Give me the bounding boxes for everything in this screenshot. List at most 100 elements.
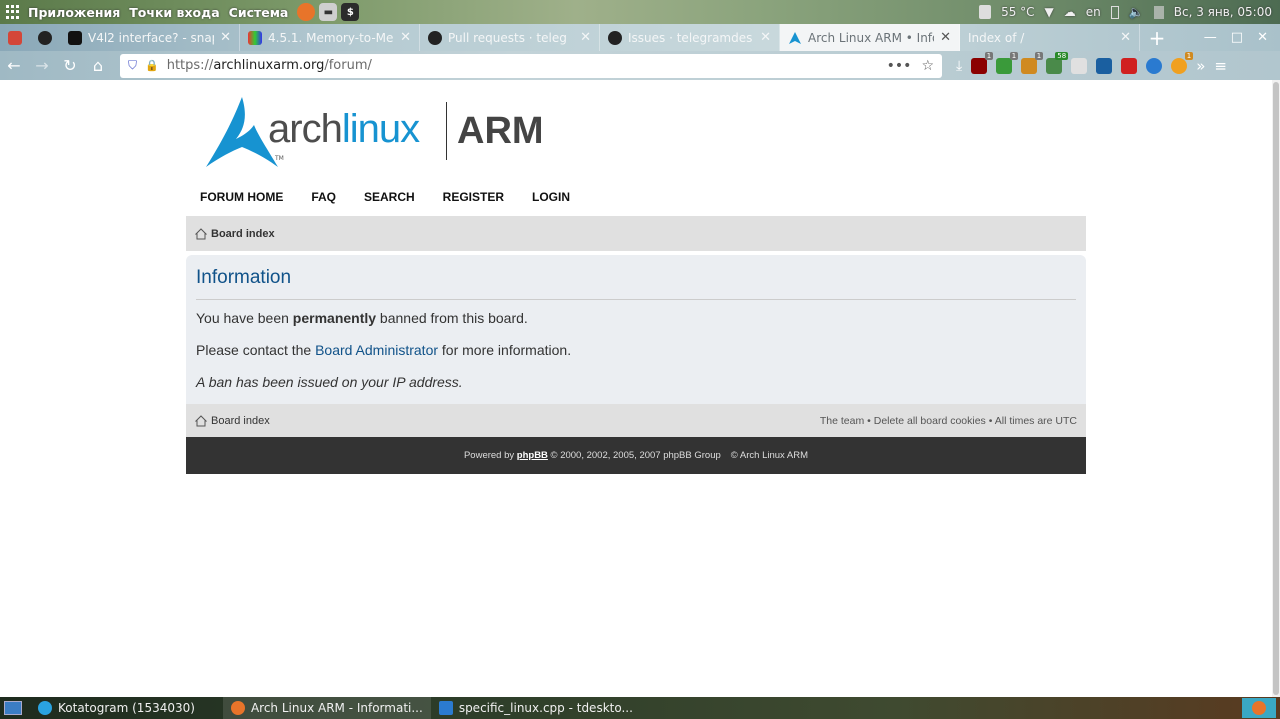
gmail-icon bbox=[8, 30, 22, 45]
volume-icon[interactable]: 🔈 bbox=[1129, 5, 1144, 19]
lock-icon[interactable]: 🔒 bbox=[145, 59, 159, 72]
s-ext-icon[interactable] bbox=[1096, 57, 1113, 74]
clipboard-icon[interactable] bbox=[1153, 5, 1164, 19]
clock[interactable]: Вс, 3 янв, 05:00 bbox=[1174, 5, 1272, 19]
forward-button[interactable]: → bbox=[28, 53, 56, 79]
mail-ext-icon[interactable]: 58 bbox=[1046, 51, 1069, 74]
tab-issues[interactable]: Issues · telegramdes ✕ bbox=[600, 24, 780, 51]
files-launcher-icon[interactable]: ▬ bbox=[319, 3, 338, 21]
phpbb-link[interactable]: phpBB bbox=[517, 450, 548, 461]
taskbar-firefox-tray[interactable] bbox=[1242, 698, 1276, 718]
tab-pull-requests[interactable]: Pull requests · teleg ✕ bbox=[420, 24, 600, 51]
back-button[interactable]: ← bbox=[0, 53, 28, 79]
page-actions-icon[interactable]: ••• bbox=[887, 58, 912, 74]
github-icon bbox=[38, 30, 52, 45]
footer-links[interactable]: The team • Delete all board cookies • Al… bbox=[820, 415, 1077, 427]
system-panel: Приложения Точки входа Система ▬ $ 55 °C… bbox=[0, 0, 1280, 24]
firefox-icon bbox=[230, 701, 245, 715]
hamburger-menu-icon[interactable]: ≡ bbox=[1214, 57, 1227, 75]
nav-login[interactable]: LOGIN bbox=[532, 190, 570, 204]
ublock-icon[interactable]: 1 bbox=[971, 51, 994, 74]
firefox-launcher-icon[interactable] bbox=[297, 3, 316, 21]
ban-message: You have been permanently banned from th… bbox=[196, 310, 528, 326]
firefox-icon bbox=[1252, 701, 1266, 715]
minimize-icon[interactable]: — bbox=[1204, 30, 1217, 45]
download-icon[interactable]: ⤓ bbox=[956, 58, 962, 74]
nav-register[interactable]: REGISTER bbox=[443, 190, 504, 204]
tab-strip: V4l2 interface? - snap ✕ 4.5.1. Memory-t… bbox=[0, 24, 1280, 51]
battery-icon[interactable] bbox=[1110, 5, 1119, 19]
tv-icon bbox=[248, 30, 262, 45]
reload-button[interactable]: ↻ bbox=[56, 53, 84, 79]
vscode-icon bbox=[438, 701, 453, 715]
shield-ext-icon[interactable] bbox=[1121, 57, 1138, 74]
hand-ext-icon[interactable] bbox=[1071, 57, 1088, 74]
overflow-menu-icon[interactable]: » bbox=[1196, 57, 1205, 75]
task-vscode[interactable]: specific_linux.cpp - tdeskto... bbox=[431, 697, 641, 719]
maximize-icon[interactable]: □ bbox=[1231, 30, 1243, 45]
close-icon[interactable]: ✕ bbox=[760, 30, 771, 45]
powered-by: Powered by phpBB © 2000, 2002, 2005, 200… bbox=[463, 450, 721, 461]
footer-breadcrumb: Board index The team • Delete all board … bbox=[186, 404, 1086, 437]
github-icon bbox=[428, 30, 442, 45]
navigation-toolbar: ← → ↻ ⌂ ⛉ 🔒 https://archlinuxarm.org/for… bbox=[0, 51, 1280, 80]
terminal-launcher-icon[interactable]: $ bbox=[341, 3, 360, 21]
weather-icon[interactable]: ☁ bbox=[1064, 5, 1076, 19]
close-icon[interactable]: ✕ bbox=[400, 30, 411, 45]
footer-board-index[interactable]: Board index bbox=[211, 415, 270, 427]
home-icon bbox=[195, 414, 207, 426]
address-bar[interactable]: ⛉ 🔒 https://archlinuxarm.org/forum/ ••• … bbox=[120, 53, 942, 78]
home-button[interactable]: ⌂ bbox=[84, 53, 112, 79]
site-navigation: FORUM HOME FAQ SEARCH REGISTER LOGIN bbox=[200, 190, 570, 204]
pinned-tab-github[interactable] bbox=[30, 24, 60, 51]
breadcrumb: Board index bbox=[186, 216, 1086, 251]
tab-arch-linux-arm[interactable]: Arch Linux ARM • Info ✕ bbox=[780, 24, 960, 51]
tab-memory[interactable]: 4.5.1. Memory-to-Mem ✕ bbox=[240, 24, 420, 51]
scrollbar-thumb[interactable] bbox=[1273, 82, 1279, 695]
tab-v4l2[interactable]: V4l2 interface? - snap ✕ bbox=[60, 24, 240, 51]
ip-ban-message: A ban has been issued on your IP address… bbox=[196, 374, 463, 390]
orange-ext-icon[interactable]: 1 bbox=[1171, 51, 1194, 74]
close-icon[interactable]: ✕ bbox=[220, 30, 231, 45]
close-icon[interactable]: ✕ bbox=[1120, 30, 1131, 45]
bookmark-star-icon[interactable]: ☆ bbox=[921, 58, 934, 74]
show-desktop-button[interactable] bbox=[4, 701, 22, 715]
keyboard-layout[interactable]: en bbox=[1086, 5, 1101, 19]
extensions-toolbar: ⤓ 1 1 1 58 1 » ≡ bbox=[956, 51, 1227, 75]
menu-places[interactable]: Точки входа bbox=[129, 5, 219, 20]
logo-arm-text: ARM bbox=[457, 110, 544, 152]
close-window-icon[interactable]: ✕ bbox=[1257, 30, 1268, 45]
taskbar: Kotatogram (1534030) Arch Linux ARM - In… bbox=[0, 697, 1280, 719]
tracking-protection-icon[interactable]: ⛉ bbox=[128, 58, 137, 73]
panel-heading: Information bbox=[196, 267, 1076, 300]
menu-applications[interactable]: Приложения bbox=[28, 5, 120, 20]
page-scrollbar[interactable] bbox=[1272, 80, 1280, 697]
home-icon bbox=[195, 227, 207, 239]
nav-forum-home[interactable]: FORUM HOME bbox=[200, 190, 283, 204]
close-icon[interactable]: ✕ bbox=[580, 30, 591, 45]
clock-ext-icon[interactable] bbox=[1146, 57, 1163, 74]
breadcrumb-board-index[interactable]: Board index bbox=[211, 228, 275, 240]
task-kotatogram[interactable]: Kotatogram (1534030) bbox=[30, 697, 203, 719]
board-administrator-link[interactable]: Board Administrator bbox=[315, 342, 438, 358]
github-icon bbox=[608, 30, 622, 45]
pinned-tab-gmail[interactable] bbox=[0, 24, 30, 51]
system-tray: 55 °C ▼ ☁ en 🔈 Вс, 3 янв, 05:00 bbox=[979, 0, 1272, 24]
task-firefox[interactable]: Arch Linux ARM - Informati... bbox=[222, 697, 431, 719]
wifi-icon[interactable]: ▼ bbox=[1045, 5, 1054, 19]
close-icon[interactable]: ✕ bbox=[940, 30, 951, 45]
menu-system[interactable]: Система bbox=[229, 5, 289, 20]
cpu-temp-icon bbox=[979, 5, 992, 19]
logo-divider bbox=[446, 102, 447, 160]
terminal-icon bbox=[68, 30, 82, 45]
nav-search[interactable]: SEARCH bbox=[364, 190, 415, 204]
green-ext-icon[interactable]: 1 bbox=[996, 51, 1019, 74]
tab-index-of[interactable]: Index of / ✕ bbox=[960, 24, 1140, 51]
contact-message: Please contact the Board Administrator f… bbox=[196, 342, 572, 358]
nav-faq[interactable]: FAQ bbox=[311, 190, 336, 204]
url-text: https://archlinuxarm.org/forum/ bbox=[166, 58, 372, 73]
plane-ext-icon[interactable]: 1 bbox=[1021, 51, 1044, 74]
new-tab-button[interactable]: + bbox=[1140, 24, 1174, 51]
apps-grid-icon[interactable] bbox=[6, 5, 20, 19]
logo-wordmark: archlinux bbox=[268, 107, 420, 151]
